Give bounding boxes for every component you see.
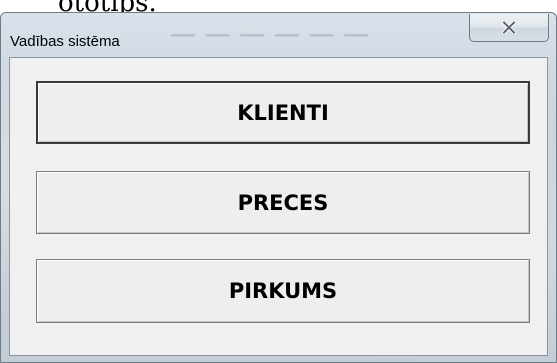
close-button[interactable] bbox=[469, 14, 549, 42]
pirkums-button[interactable]: PIRKUMS bbox=[36, 259, 530, 323]
dialog-window: — — — — — — Vadības sistēma KLIENTI PREC… bbox=[0, 12, 557, 363]
dialog-client-area: KLIENTI PRECES PIRKUMS bbox=[9, 57, 548, 356]
preces-button[interactable]: PRECES bbox=[36, 171, 530, 234]
close-icon bbox=[502, 21, 516, 34]
window-frame-decoration: — — — — — — bbox=[171, 21, 371, 48]
klienti-button[interactable]: KLIENTI bbox=[36, 81, 530, 144]
window-title: Vadības sistēma bbox=[10, 33, 120, 50]
